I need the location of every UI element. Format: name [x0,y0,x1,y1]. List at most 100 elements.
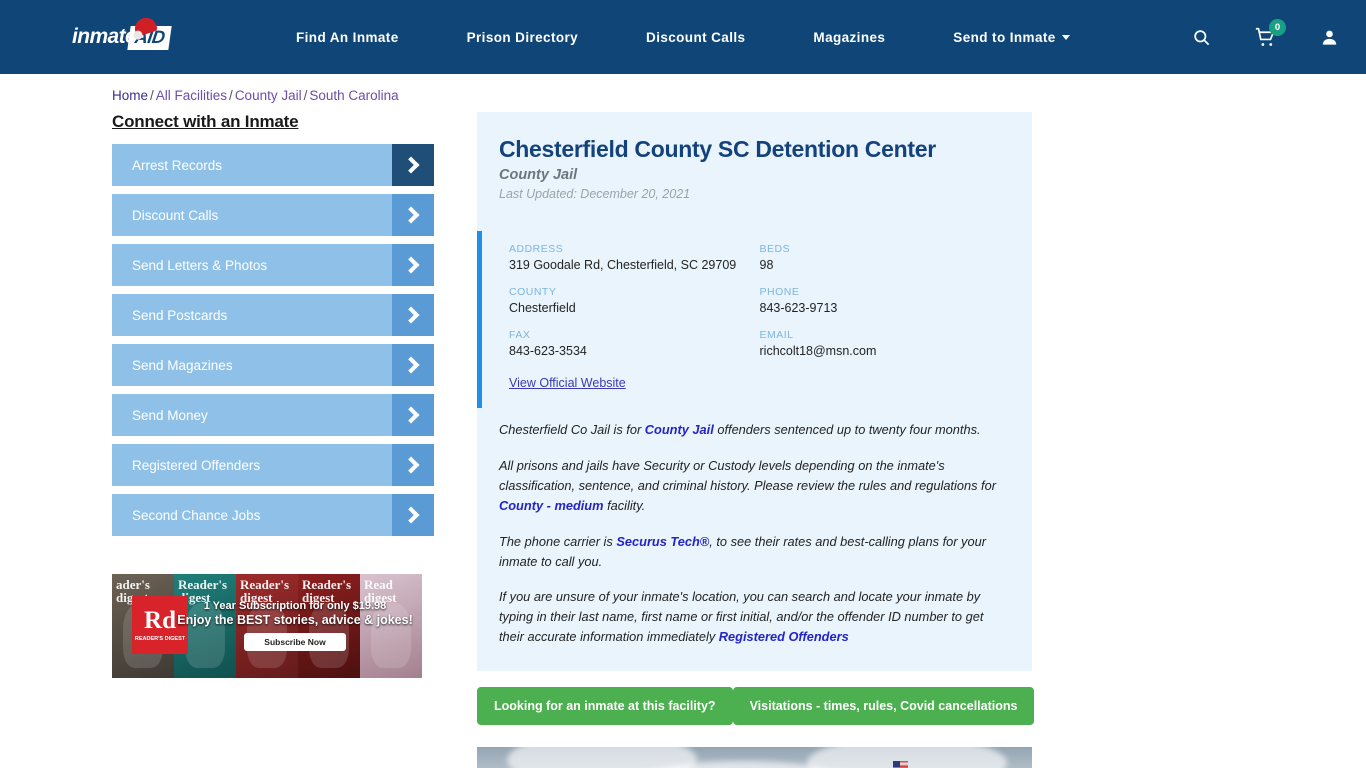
chevron-right-icon [392,444,434,486]
page-body: Home / All Facilities / County Jail / South Ca… [0,74,1366,768]
content-columns: Connect with an Inmate Arrest Records Di… [0,112,1366,768]
nav-item-discount-calls[interactable]: Discount Calls [612,30,779,45]
registered-offenders-link[interactable]: Registered Offenders [719,629,849,644]
info-label: COUNTY [509,286,557,299]
breadcrumb-item-south-carolina[interactable]: South Carolina [309,88,398,103]
breadcrumb: Home / All Facilities / County Jail / South Ca… [0,74,1366,103]
info-phone: PHONE 843-623-9713 [760,286,1011,315]
county-medium-link[interactable]: County - medium [499,498,604,513]
breadcrumb-item-county-jail[interactable]: County Jail [235,88,302,103]
site-header: inmate AID Find An Inmate Prison Directo… [0,0,1366,74]
info-beds: BEDS 98 [760,243,1011,272]
sidebar-item-label: Second Chance Jobs [132,507,261,523]
breadcrumb-item-all-facilities[interactable]: All Facilities [156,88,227,103]
chevron-right-icon [392,394,434,436]
sidebar-item-discount-calls[interactable]: Discount Calls [112,194,434,236]
sidebar-item-send-letters-photos[interactable]: Send Letters & Photos [112,244,434,286]
info-value: richcolt18@msn.com [759,344,877,359]
paragraph-text: The phone carrier is [499,533,617,549]
sidebar-item-label: Discount Calls [132,207,219,223]
info-fax: FAX 843-623-3534 [509,329,760,358]
info-label: FAX [509,329,531,342]
nav-item-prison-directory[interactable]: Prison Directory [433,30,612,45]
sidebar-item-label: Arrest Records [132,157,223,173]
paragraph-text: Chesterfield Co Jail is for [499,422,645,438]
page-title: Chesterfield County SC Detention Center [499,136,936,162]
advertisement-banner[interactable]: ader's digest Reader's digest Reader's d… [112,574,422,678]
paragraph-text: facility. [603,497,646,513]
description-paragraph-3: The phone carrier is Securus Tech®, to s… [499,532,1007,572]
securus-tech-link[interactable]: Securus Tech® [616,534,709,549]
facility-type: County Jail [499,167,578,184]
facility-description: Chesterfield Co Jail is for County Jail … [477,408,1032,670]
cta-button-row: Looking for an inmate at this facility? … [477,686,1035,725]
sidebar-item-label: Send Postcards [132,307,228,323]
chevron-right-icon [392,344,434,386]
chevron-right-icon [392,294,434,336]
info-value: 843-623-9713 [759,301,838,316]
nav-item-send-to-inmate[interactable]: Send to Inmate [919,30,1103,45]
sidebar-item-label: Registered Offenders [132,457,261,473]
chevron-down-icon [1061,35,1070,41]
info-value: 843-623-3534 [509,344,587,359]
ad-subheadline: Enjoy the BEST stories, advice & jokes! [177,613,413,627]
breadcrumb-item-home[interactable]: Home [112,88,148,103]
chevron-right-icon [392,194,434,236]
nav-label: Find An Inmate [296,29,399,45]
us-flag-icon [893,760,908,768]
facility-info-block: ADDRESS 319 Goodale Rd, Chesterfield, SC… [477,231,1032,409]
last-updated-text: Last Updated: December 20, 2021 [499,187,691,202]
cloud-shape [507,746,697,768]
info-label: ADDRESS [509,243,564,256]
site-logo[interactable]: inmate AID [72,14,190,57]
sidebar-item-send-postcards[interactable]: Send Postcards [112,294,434,336]
user-icon[interactable] [1306,14,1352,60]
paragraph-text: offenders sentenced up to twenty four mo… [713,422,981,438]
sidebar-item-label: Send Magazines [132,357,233,373]
nav-label: Discount Calls [646,29,746,45]
nav-item-magazines[interactable]: Magazines [779,30,919,45]
ad-headline: 1 Year Subscription for only $19.98 [203,600,387,612]
sidebar-item-send-magazines[interactable]: Send Magazines [112,344,434,386]
sidebar-title: Connect with an Inmate [112,112,299,131]
sidebar-item-second-chance-jobs[interactable]: Second Chance Jobs [112,494,434,536]
ad-subscribe-button[interactable]: Subscribe Now [244,633,346,651]
visitations-button[interactable]: Visitations - times, rules, Covid cancel… [732,686,1035,725]
main-content: Chesterfield County SC Detention Center … [477,112,1035,768]
nav-label: Send to Inmate [953,29,1056,45]
sidebar-item-arrest-records[interactable]: Arrest Records [112,144,434,186]
info-label: EMAIL [759,329,794,342]
info-email: EMAIL richcolt18@msn.com [760,329,1011,358]
view-official-website-link[interactable]: View Official Website [509,376,626,390]
sidebar-item-label: Send Letters & Photos [132,257,268,273]
breadcrumb-separator: / [229,88,233,103]
ad-logo-mark: Rd [144,606,176,634]
facility-info-left-column: ADDRESS 319 Goodale Rd, Chesterfield, SC… [509,243,760,372]
county-jail-link[interactable]: County Jail [645,422,714,437]
left-sidebar: Connect with an Inmate Arrest Records Di… [112,112,450,768]
cart-icon[interactable]: 0 [1242,14,1288,60]
facility-panel: Chesterfield County SC Detention Center … [477,112,1032,671]
info-value: 98 [759,258,774,273]
main-navigation: Find An Inmate Prison Directory Discount… [262,30,1104,45]
info-label: BEDS [759,243,791,256]
nav-label: Magazines [813,29,886,45]
search-icon[interactable] [1178,14,1224,60]
header-icon-group: 0 [1178,0,1366,74]
sidebar-item-label: Send Money [132,407,208,423]
info-county: COUNTY Chesterfield [509,286,760,315]
chevron-right-icon [392,244,434,286]
sidebar-item-registered-offenders[interactable]: Registered Offenders [112,444,434,486]
facility-info-grid: ADDRESS 319 Goodale Rd, Chesterfield, SC… [509,243,1010,372]
sidebar-item-send-money[interactable]: Send Money [112,394,434,436]
info-address: ADDRESS 319 Goodale Rd, Chesterfield, SC… [509,243,760,272]
chevron-right-icon [392,144,434,186]
nav-item-find-an-inmate[interactable]: Find An Inmate [262,30,433,45]
info-label: PHONE [759,286,800,299]
looking-for-inmate-button[interactable]: Looking for an inmate at this facility? [477,686,733,725]
description-paragraph-4: If you are unsure of your inmate's locat… [499,587,1007,646]
info-value: Chesterfield [509,301,576,316]
cart-count-badge: 0 [1269,19,1286,36]
nav-label: Prison Directory [466,29,579,45]
description-paragraph-2: All prisons and jails have Security or C… [499,456,1007,515]
